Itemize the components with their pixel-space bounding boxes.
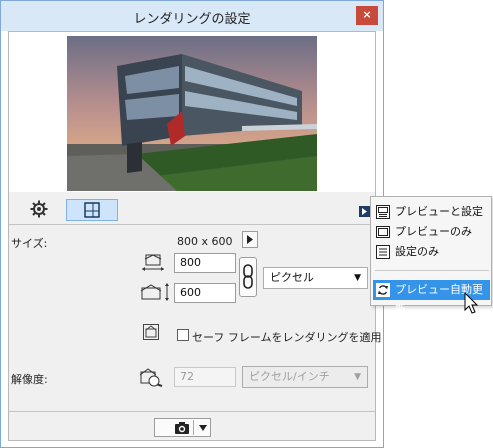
- menu-item-label: プレビューと設定: [395, 205, 483, 218]
- preview-options-menu: プレビューと設定 プレビューのみ 設定のみ プレビュー自動更新: [370, 196, 492, 316]
- size-unit-select[interactable]: ピクセル ▼: [263, 267, 368, 289]
- preview-area: [9, 32, 375, 192]
- chevron-down-icon: ▼: [354, 372, 361, 382]
- rendering-settings-window: レンダリングの設定 × サイズ: 800 x 600 800 600 ピクセル …: [0, 0, 384, 448]
- width-icon: [140, 254, 166, 277]
- resolution-unit-select[interactable]: ピクセル/インチ ▼: [242, 366, 368, 388]
- camera-icon: [174, 421, 190, 438]
- safe-frame-checkbox[interactable]: [177, 329, 189, 341]
- mouse-cursor-icon: [464, 291, 480, 319]
- preview-only-icon: [376, 225, 390, 239]
- resolution-icon: [138, 367, 164, 390]
- tab-size[interactable]: [66, 199, 118, 221]
- link-proportions-button[interactable]: [239, 257, 257, 297]
- safe-frame-label: セーフ フレームをレンダリングを適用: [192, 331, 382, 344]
- tab-general[interactable]: [15, 199, 63, 221]
- preview-settings-icon: [376, 205, 390, 219]
- refresh-icon: [376, 283, 390, 297]
- menu-item-preview-only[interactable]: プレビューのみ: [373, 222, 490, 242]
- height-icon: [140, 282, 172, 305]
- safe-frame-icon: [143, 324, 159, 343]
- width-field[interactable]: 800: [174, 253, 236, 273]
- menu-item-label: 設定のみ: [395, 245, 439, 258]
- resolution-label: 解像度:: [11, 373, 48, 386]
- menu-separator: [375, 270, 489, 271]
- size-unit-value: ピクセル: [270, 271, 314, 284]
- chain-link-icon: [240, 264, 256, 299]
- resolution-field[interactable]: 72: [174, 367, 236, 387]
- height-field[interactable]: 600: [174, 283, 236, 303]
- menu-item-preview-and-settings[interactable]: プレビューと設定: [373, 202, 490, 222]
- size-frame-icon: [82, 202, 102, 223]
- size-dimensions-text: 800 x 600: [177, 235, 233, 248]
- triangle-down-icon[interactable]: [198, 423, 208, 436]
- settings-only-icon: [376, 245, 390, 259]
- window-title: レンダリングの設定: [133, 12, 251, 27]
- render-button[interactable]: [154, 418, 211, 437]
- menu-item-settings-only[interactable]: 設定のみ: [373, 242, 490, 262]
- menu-item-label: プレビューのみ: [395, 225, 472, 238]
- divider: [9, 224, 375, 225]
- rendered-building-preview: [67, 36, 317, 191]
- preset-menu-button[interactable]: [242, 231, 258, 248]
- resolution-unit-value: ピクセル/インチ: [249, 370, 330, 383]
- size-label: サイズ:: [11, 237, 48, 250]
- close-button[interactable]: ×: [356, 6, 378, 25]
- title-bar[interactable]: レンダリングの設定 ×: [1, 1, 383, 31]
- menu-triangle-icon[interactable]: [359, 206, 370, 217]
- tab-bar: [9, 196, 375, 224]
- chevron-down-icon: ▼: [354, 273, 361, 283]
- divider: [9, 411, 375, 412]
- dialog-content: サイズ: 800 x 600 800 600 ピクセル ▼ セーフ フレームをレ…: [8, 31, 382, 441]
- gear-icon: [29, 200, 49, 222]
- button-separator: [193, 420, 194, 435]
